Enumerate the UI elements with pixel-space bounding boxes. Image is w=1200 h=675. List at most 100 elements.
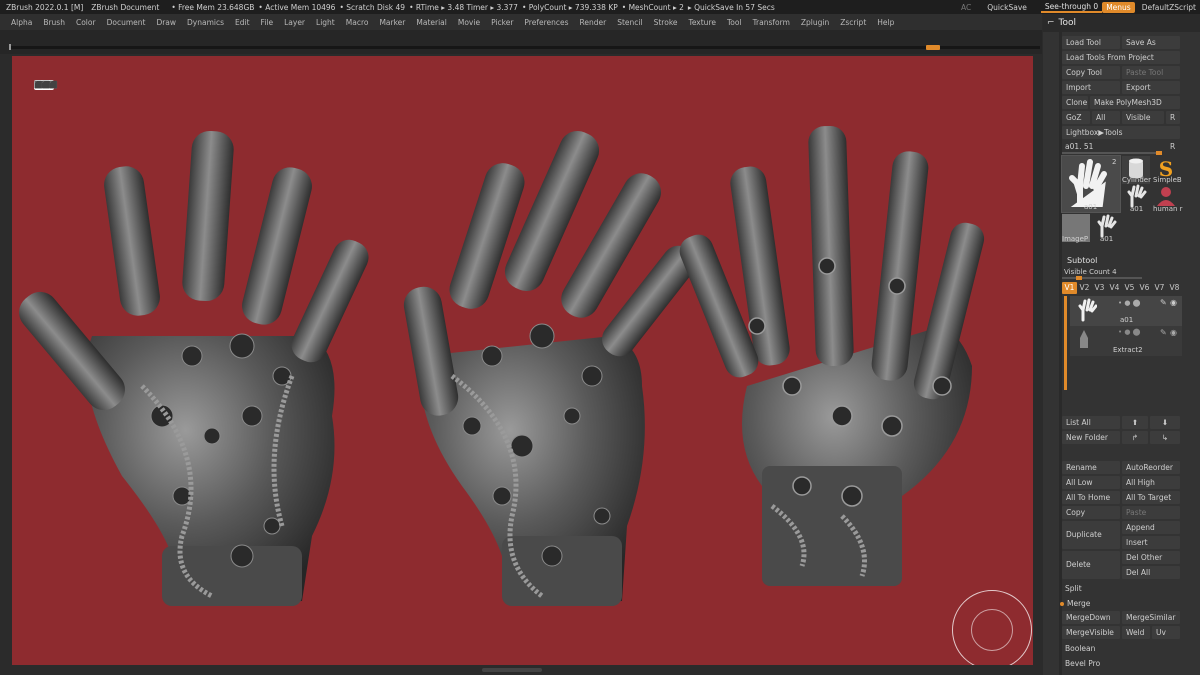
auto-reorder-button[interactable]: AutoReorder <box>1122 461 1180 474</box>
tool-thumb-a01[interactable]: 2 a01 <box>1061 155 1121 213</box>
menu-zplugin[interactable]: Zplugin <box>801 18 829 27</box>
weld-button[interactable]: Weld <box>1122 626 1150 639</box>
duplicate-button[interactable]: Duplicate <box>1062 521 1120 549</box>
delete-button[interactable]: Delete <box>1062 551 1120 579</box>
subtool-tab-v2[interactable]: V2 <box>1077 282 1092 294</box>
del-other-button[interactable]: Del Other <box>1122 551 1180 564</box>
rename-button[interactable]: Rename <box>1062 461 1120 474</box>
eye-icon[interactable]: ◉ <box>1170 298 1177 307</box>
progress-marker[interactable] <box>926 45 940 50</box>
menu-alpha[interactable]: Alpha <box>11 18 32 27</box>
all-to-target-button[interactable]: All To Target <box>1122 491 1180 504</box>
subtool-tab-v8[interactable]: V8 <box>1167 282 1182 294</box>
bottom-shelf-grip[interactable] <box>482 668 542 672</box>
export-button[interactable]: Export <box>1122 81 1180 94</box>
load-tools-from-project-button[interactable]: Load Tools From Project <box>1062 51 1180 64</box>
menu-stroke[interactable]: Stroke <box>654 18 678 27</box>
subtool-toggle-icons[interactable]: • ● ⬤ <box>1118 328 1141 336</box>
menus-button[interactable]: Menus <box>1102 1 1135 13</box>
subtool-item-extract2[interactable]: • ● ⬤ ✎ ◉ Extract2 <box>1070 326 1182 356</box>
menu-texture[interactable]: Texture <box>689 18 716 27</box>
copy-tool-button[interactable]: Copy Tool <box>1062 66 1120 79</box>
paintbrush-icon[interactable]: ✎ <box>1160 298 1167 307</box>
subtool-title[interactable]: Subtool <box>1067 256 1097 265</box>
default-zscript-button[interactable]: DefaultZScript <box>1138 3 1200 12</box>
menu-marker[interactable]: Marker <box>379 18 405 27</box>
menu-document[interactable]: Document <box>107 18 146 27</box>
split-section[interactable]: Split <box>1065 584 1082 593</box>
quicksave-button[interactable]: QuickSave <box>983 3 1031 12</box>
document-canvas[interactable]: ⬛⬛⬛ <box>12 56 1033 665</box>
append-button[interactable]: Append <box>1122 521 1180 534</box>
menu-render[interactable]: Render <box>580 18 607 27</box>
boolean-section[interactable]: Boolean <box>1065 644 1095 653</box>
list-all-button[interactable]: List All <box>1062 416 1120 429</box>
visible-count-handle[interactable] <box>1076 276 1082 280</box>
menu-edit[interactable]: Edit <box>235 18 250 27</box>
all-low-button[interactable]: All Low <box>1062 476 1120 489</box>
all-high-button[interactable]: All High <box>1122 476 1180 489</box>
ac-button[interactable]: AC <box>957 3 975 12</box>
tool-palette-header[interactable]: ⌐ Tool <box>1043 14 1200 32</box>
subtool-tab-v1[interactable]: V1 <box>1062 282 1077 294</box>
paste-button[interactable]: Paste <box>1122 506 1180 519</box>
uv-button[interactable]: Uv <box>1152 626 1180 639</box>
move-down-icon[interactable]: ↳ <box>1150 431 1180 444</box>
load-tool-button[interactable]: Load Tool <box>1062 36 1120 49</box>
subtool-tab-v7[interactable]: V7 <box>1152 282 1167 294</box>
menu-layer[interactable]: Layer <box>284 18 305 27</box>
visible-count-track[interactable] <box>1062 277 1142 279</box>
visible-count[interactable]: Visible Count 4 <box>1064 268 1117 276</box>
subtool-tab-v6[interactable]: V6 <box>1137 282 1152 294</box>
menu-transform[interactable]: Transform <box>753 18 790 27</box>
move-up-icon[interactable]: ↱ <box>1122 431 1148 444</box>
menu-macro[interactable]: Macro <box>346 18 369 27</box>
subtool-tab-v3[interactable]: V3 <box>1092 282 1107 294</box>
new-folder-button[interactable]: New Folder <box>1062 431 1120 444</box>
subtool-tab-v4[interactable]: V4 <box>1107 282 1122 294</box>
menu-brush[interactable]: Brush <box>43 18 65 27</box>
menu-help[interactable]: Help <box>877 18 894 27</box>
lightbox-tools-button[interactable]: Lightbox▶Tools <box>1062 126 1180 139</box>
menu-color[interactable]: Color <box>76 18 96 27</box>
subtool-scrollbar[interactable] <box>1064 296 1067 390</box>
tool-slider-track[interactable] <box>1062 152 1162 154</box>
bevel-pro-section[interactable]: Bevel Pro <box>1065 659 1100 668</box>
eye-icon[interactable]: ◉ <box>1170 328 1177 337</box>
paste-tool-button[interactable]: Paste Tool <box>1122 66 1180 79</box>
all-to-home-button[interactable]: All To Home <box>1062 491 1120 504</box>
subtool-item-a01[interactable]: • ● ⬤ ✎ ◉ a01 <box>1070 296 1182 326</box>
menu-movie[interactable]: Movie <box>458 18 480 27</box>
menu-draw[interactable]: Draw <box>156 18 176 27</box>
arrow-up-icon[interactable]: ⬆ <box>1122 416 1148 429</box>
goz-all-button[interactable]: All <box>1092 111 1120 124</box>
menu-zscript[interactable]: Zscript <box>840 18 866 27</box>
clone-button[interactable]: Clone <box>1062 96 1088 109</box>
make-polymesh3d-button[interactable]: Make PolyMesh3D <box>1090 96 1180 109</box>
see-through-slider[interactable]: See-through 0 <box>1040 1 1103 13</box>
pin-icon[interactable]: ⌐ <box>1047 18 1055 28</box>
menu-material[interactable]: Material <box>416 18 446 27</box>
menu-file[interactable]: File <box>261 18 274 27</box>
menu-stencil[interactable]: Stencil <box>617 18 642 27</box>
paintbrush-icon[interactable]: ✎ <box>1160 328 1167 337</box>
navigation-gizmo[interactable] <box>952 590 1032 665</box>
copy-button[interactable]: Copy <box>1062 506 1120 519</box>
merge-down-button[interactable]: MergeDown <box>1062 611 1120 624</box>
menu-picker[interactable]: Picker <box>491 18 513 27</box>
goz-button[interactable]: GoZ <box>1062 111 1090 124</box>
menu-light[interactable]: Light <box>316 18 335 27</box>
tool-slider-handle[interactable] <box>1156 151 1162 155</box>
goz-visible-button[interactable]: Visible <box>1122 111 1164 124</box>
subtool-toggle-icons[interactable]: • ● ⬤ <box>1118 299 1141 307</box>
import-button[interactable]: Import <box>1062 81 1120 94</box>
menu-tool[interactable]: Tool <box>727 18 742 27</box>
merge-similar-button[interactable]: MergeSimilar <box>1122 611 1180 624</box>
save-as-button[interactable]: Save As <box>1122 36 1180 49</box>
subtool-tab-v5[interactable]: V5 <box>1122 282 1137 294</box>
tool-r-button[interactable]: R <box>1170 142 1175 151</box>
menu-preferences[interactable]: Preferences <box>524 18 568 27</box>
menu-dynamics[interactable]: Dynamics <box>187 18 224 27</box>
arrow-down-icon[interactable]: ⬇ <box>1150 416 1180 429</box>
goz-r-button[interactable]: R <box>1166 111 1180 124</box>
